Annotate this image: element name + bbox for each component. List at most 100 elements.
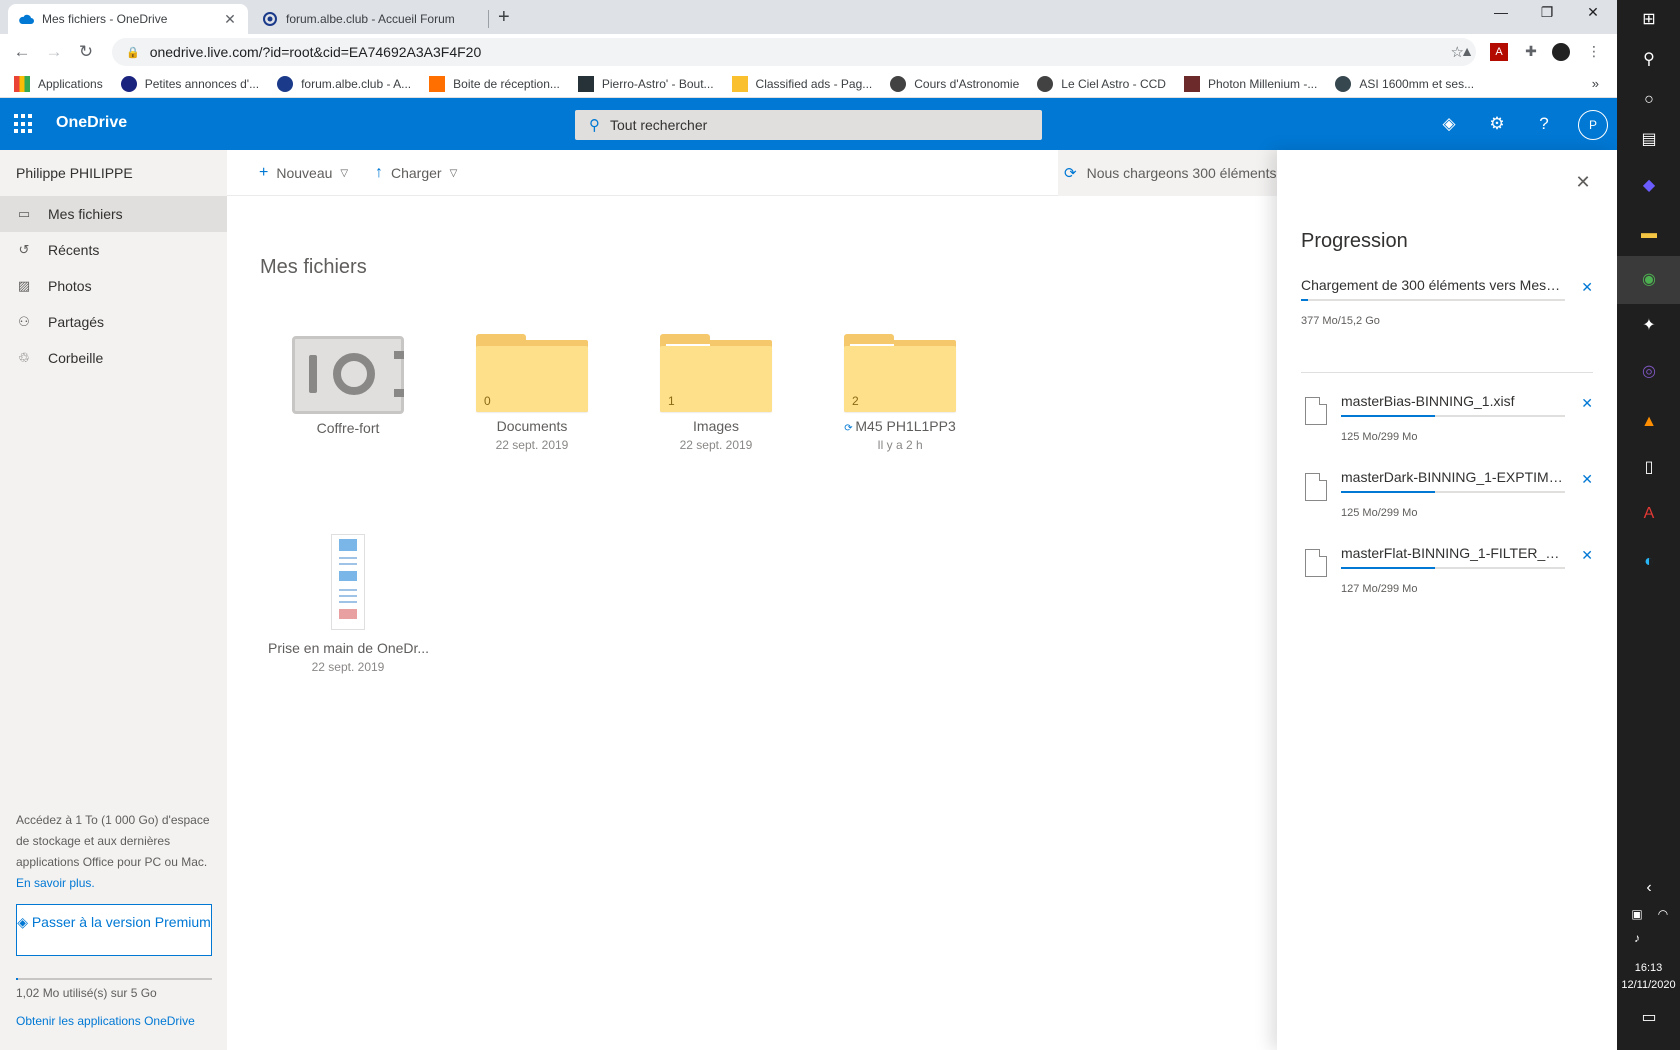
profile-avatar-icon[interactable] bbox=[1552, 43, 1570, 61]
maximize-icon[interactable]: ❐ bbox=[1524, 4, 1570, 26]
notification-icon[interactable]: ▭ bbox=[1637, 1006, 1661, 1030]
search-input[interactable]: ⚲ Tout rechercher bbox=[575, 110, 1042, 140]
bookmark-item[interactable]: Cours d'Astronomie bbox=[890, 75, 1019, 92]
app-launcher-icon[interactable] bbox=[14, 114, 34, 134]
bookmark-item[interactable]: Classified ads - Pag... bbox=[731, 75, 872, 92]
bookmark-item[interactable]: forum.albe.club - A... bbox=[277, 75, 411, 92]
minimize-icon[interactable]: — bbox=[1478, 4, 1524, 26]
file-tile-folder[interactable]: 2 ⟳ M45 PH1L1PP3 Il y a 2 h bbox=[820, 334, 980, 452]
go-premium-button[interactable]: ◈ Passer à la version Premium bbox=[16, 904, 212, 956]
new-tab-icon[interactable]: + bbox=[498, 6, 510, 29]
recycle-bin-icon: ♲ bbox=[18, 350, 30, 365]
file-tile-vault[interactable]: Coffre-fort bbox=[268, 336, 428, 436]
file-name: masterBias-BINNING_1.xisf bbox=[1341, 393, 1515, 409]
bookmark-favicon-icon bbox=[1183, 75, 1200, 92]
file-tile-document[interactable]: Prise en main de OneDr... 22 sept. 2019 bbox=[268, 534, 428, 674]
close-icon[interactable]: ✕ bbox=[222, 11, 238, 28]
cancel-icon[interactable]: ✕ bbox=[1581, 547, 1593, 564]
bookmark-item[interactable]: Boite de réception... bbox=[429, 75, 560, 92]
sidebar-item-photos[interactable]: ▨ Photos bbox=[0, 268, 227, 304]
bookmark-item[interactable]: Pierro-Astro' - Bout... bbox=[577, 75, 714, 92]
tile-name: Prise en main de OneDr... bbox=[268, 640, 428, 656]
file-tile-folder[interactable]: 1 Images 22 sept. 2019 bbox=[636, 334, 796, 452]
folder-count: 0 bbox=[484, 394, 491, 408]
upload-file-row: masterDark-BINNING_1-EXPTIME_... 125 Mo/… bbox=[1301, 469, 1593, 535]
url-text: onedrive.live.com/?id=root&cid=EA74692A3… bbox=[149, 44, 482, 60]
tab-onedrive[interactable]: Mes fichiers - OneDrive ✕ bbox=[8, 4, 248, 34]
chevron-left-icon[interactable]: ‹ bbox=[1637, 876, 1661, 900]
bookmark-item[interactable]: Applications bbox=[14, 75, 103, 92]
astro-app-icon[interactable]: ◎ bbox=[1637, 360, 1661, 384]
bookmark-item[interactable]: Photon Millenium -... bbox=[1183, 75, 1317, 92]
forward-icon[interactable]: → bbox=[42, 40, 66, 64]
folder-icon: 0 bbox=[476, 334, 588, 412]
window-close-icon[interactable]: ✕ bbox=[1570, 4, 1616, 26]
cortana-icon[interactable]: ○ bbox=[1637, 88, 1661, 112]
get-apps-link[interactable]: Obtenir les applications OneDrive bbox=[16, 1014, 195, 1028]
tile-name: ⟳ M45 PH1L1PP3 bbox=[844, 418, 956, 434]
drive-extension-icon[interactable]: ▲ bbox=[1458, 43, 1476, 61]
telescope-app-icon[interactable]: ✦ bbox=[1637, 314, 1661, 338]
vlc-icon[interactable]: ▲ bbox=[1637, 410, 1661, 434]
chrome-icon[interactable]: ◉ bbox=[1637, 268, 1661, 292]
sidebar-item-shared[interactable]: ⚇ Partagés bbox=[0, 304, 227, 340]
chevron-double-right-icon[interactable]: » bbox=[1592, 76, 1599, 91]
sidebar-item-my-files[interactable]: ▭ Mes fichiers bbox=[0, 196, 227, 232]
reload-icon[interactable]: ↻ bbox=[74, 40, 98, 64]
learn-more-link[interactable]: En savoir plus. bbox=[16, 873, 212, 894]
edge-icon[interactable]: ◐ bbox=[1637, 550, 1661, 574]
folder-count: 1 bbox=[668, 394, 675, 408]
bookmark-item[interactable]: Le Ciel Astro - CCD bbox=[1037, 75, 1166, 92]
gear-icon[interactable]: ⚙ bbox=[1485, 112, 1509, 136]
file-icon bbox=[1305, 397, 1327, 425]
address-bar[interactable]: 🔒 onedrive.live.com/?id=root&cid=EA74692… bbox=[112, 38, 1476, 66]
tab-forum[interactable]: forum.albe.club - Accueil Forum bbox=[252, 4, 484, 34]
bookmark-item[interactable]: ASI 1600mm et ses... bbox=[1335, 75, 1474, 92]
menu-kebab-icon[interactable]: ⋮ bbox=[1585, 43, 1603, 61]
premium-diamond-icon[interactable]: ◈ bbox=[1437, 112, 1461, 136]
app-gem-icon[interactable]: ◆ bbox=[1637, 174, 1661, 198]
file-size: 125 Mo/299 Mo bbox=[1341, 431, 1418, 443]
close-icon[interactable]: ✕ bbox=[1573, 172, 1593, 192]
search-icon[interactable]: ⚲ bbox=[1637, 48, 1661, 72]
wifi-icon[interactable]: ◠ bbox=[1651, 902, 1675, 926]
file-tile-folder[interactable]: 0 Documents 22 sept. 2019 bbox=[452, 334, 612, 452]
premium-promo: Accédez à 1 To (1 000 Go) d'espace de st… bbox=[16, 810, 212, 894]
bookmark-item[interactable]: Petites annonces d'... bbox=[120, 75, 259, 92]
app-brand[interactable]: OneDrive bbox=[56, 114, 127, 132]
progress-bar-fill bbox=[1341, 567, 1436, 569]
file-explorer-icon[interactable]: ▬ bbox=[1637, 222, 1661, 246]
shared-icon: ⚇ bbox=[18, 314, 30, 329]
bookmark-favicon-icon bbox=[577, 75, 594, 92]
bookmark-favicon-icon bbox=[277, 75, 294, 92]
acrobat-icon[interactable]: A bbox=[1637, 502, 1661, 526]
acrobat-extension-icon[interactable]: A bbox=[1490, 43, 1508, 61]
cancel-icon[interactable]: ✕ bbox=[1581, 279, 1593, 296]
upload-button[interactable]: ↑ Charger ▽ bbox=[375, 164, 457, 182]
sidebar-item-recent[interactable]: ↺ Récents bbox=[0, 232, 227, 268]
help-icon[interactable]: ? bbox=[1532, 112, 1556, 136]
avatar[interactable]: P bbox=[1578, 110, 1608, 140]
storage-text[interactable]: 1,02 Mo utilisé(s) sur 5 Go bbox=[16, 986, 157, 1000]
document-app-icon[interactable]: ▯ bbox=[1637, 456, 1661, 480]
page-title: Mes fichiers bbox=[260, 256, 367, 278]
task-view-icon[interactable]: ▤ bbox=[1637, 128, 1661, 152]
progress-bar bbox=[1301, 299, 1565, 301]
sync-spinner-icon: ⟳ bbox=[844, 423, 856, 434]
extensions-puzzle-icon[interactable]: ✚ bbox=[1522, 43, 1540, 61]
tab-title: Mes fichiers - OneDrive bbox=[42, 12, 168, 26]
taskbar-clock[interactable]: 16:13 12/11/2020 bbox=[1617, 960, 1680, 994]
cancel-icon[interactable]: ✕ bbox=[1581, 471, 1593, 488]
premium-diamond-icon: ◈ bbox=[17, 914, 32, 930]
upload-status-button[interactable]: ⟳ Nous chargeons 300 éléments bbox=[1058, 150, 1277, 196]
sidebar-item-recycle-bin[interactable]: ♲ Corbeille bbox=[0, 340, 227, 376]
file-name: masterFlat-BINNING_1-FILTER_1.xisf bbox=[1341, 545, 1565, 561]
back-icon[interactable]: ← bbox=[10, 40, 34, 64]
bookmark-favicon-icon bbox=[120, 75, 137, 92]
network-icon[interactable]: ▣ bbox=[1625, 902, 1649, 926]
tab-title: forum.albe.club - Accueil Forum bbox=[286, 12, 455, 26]
windows-start-icon[interactable]: ⊞ bbox=[1637, 8, 1661, 32]
new-button[interactable]: + Nouveau ▽ bbox=[259, 164, 348, 182]
cancel-icon[interactable]: ✕ bbox=[1581, 395, 1593, 412]
volume-icon[interactable]: ♪ bbox=[1625, 926, 1649, 950]
